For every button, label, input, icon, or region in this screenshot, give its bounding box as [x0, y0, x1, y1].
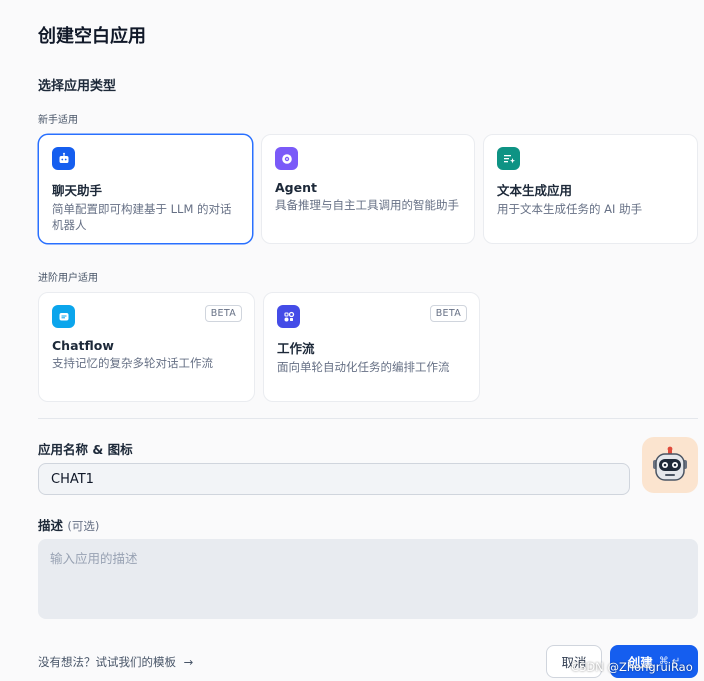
- card-description: 支持记忆的复杂多轮对话工作流: [52, 356, 213, 370]
- dialog-title: 创建空白应用: [38, 26, 146, 47]
- app-type-card-text-generator[interactable]: 文本生成应用 用于文本生成任务的 AI 助手: [483, 134, 698, 244]
- description-textarea[interactable]: [38, 539, 698, 619]
- app-name-input[interactable]: [38, 463, 630, 495]
- card-description: 简单配置即可构建基于 LLM 的对话机器人: [52, 202, 232, 232]
- beta-badge: BETA: [429, 305, 467, 322]
- card-name: 聊天助手: [52, 183, 103, 198]
- section-divider: [38, 418, 698, 419]
- card-name: Chatflow: [52, 338, 114, 353]
- robot-avatar-icon: [653, 446, 687, 481]
- chatflow-icon: [52, 305, 75, 328]
- cancel-button[interactable]: 取消: [546, 645, 602, 678]
- cancel-button-label: 取消: [561, 655, 587, 670]
- card-name: 工作流: [277, 341, 315, 356]
- robot-chat-icon: [52, 147, 75, 170]
- card-description: 用于文本生成任务的 AI 助手: [497, 202, 643, 216]
- create-button-label: 创建: [627, 655, 653, 670]
- template-link-text: 没有想法？试试我们的模板: [38, 655, 176, 669]
- card-name: 文本生成应用: [497, 183, 573, 198]
- shortcut-hint: ⌘ ↵: [658, 656, 681, 667]
- workflow-icon: [277, 305, 300, 328]
- advanced-group-label: 进阶用户适用: [38, 273, 98, 284]
- template-link[interactable]: 没有想法？试试我们的模板 →: [38, 654, 193, 670]
- description-label: 描述 (可选): [38, 515, 99, 534]
- app-type-card-chat-assistant[interactable]: 聊天助手 简单配置即可构建基于 LLM 的对话机器人: [38, 134, 253, 244]
- app-type-section-title: 选择应用类型: [38, 79, 117, 94]
- app-name-label: 应用名称 & 图标: [38, 442, 133, 457]
- card-name: Agent: [275, 180, 317, 195]
- app-icon-picker[interactable]: [642, 437, 698, 493]
- arrow-right-icon: →: [183, 655, 194, 669]
- card-description: 面向单轮自动化任务的编排工作流: [277, 360, 450, 374]
- optional-hint: (可选): [67, 519, 100, 533]
- card-description: 具备推理与自主工具调用的智能助手: [275, 198, 459, 212]
- app-type-card-agent[interactable]: Agent 具备推理与自主工具调用的智能助手: [261, 134, 475, 244]
- create-button[interactable]: 创建 ⌘ ↵: [610, 645, 698, 678]
- text-generate-icon: [497, 147, 520, 170]
- description-label-text: 描述: [38, 518, 64, 533]
- agent-brain-icon: [275, 147, 298, 170]
- beginner-group-label: 新手适用: [38, 115, 78, 126]
- app-type-card-chatflow[interactable]: BETA Chatflow 支持记忆的复杂多轮对话工作流: [38, 292, 255, 402]
- app-type-card-workflow[interactable]: BETA 工作流 面向单轮自动化任务的编排工作流: [263, 292, 480, 402]
- beta-badge: BETA: [204, 305, 242, 322]
